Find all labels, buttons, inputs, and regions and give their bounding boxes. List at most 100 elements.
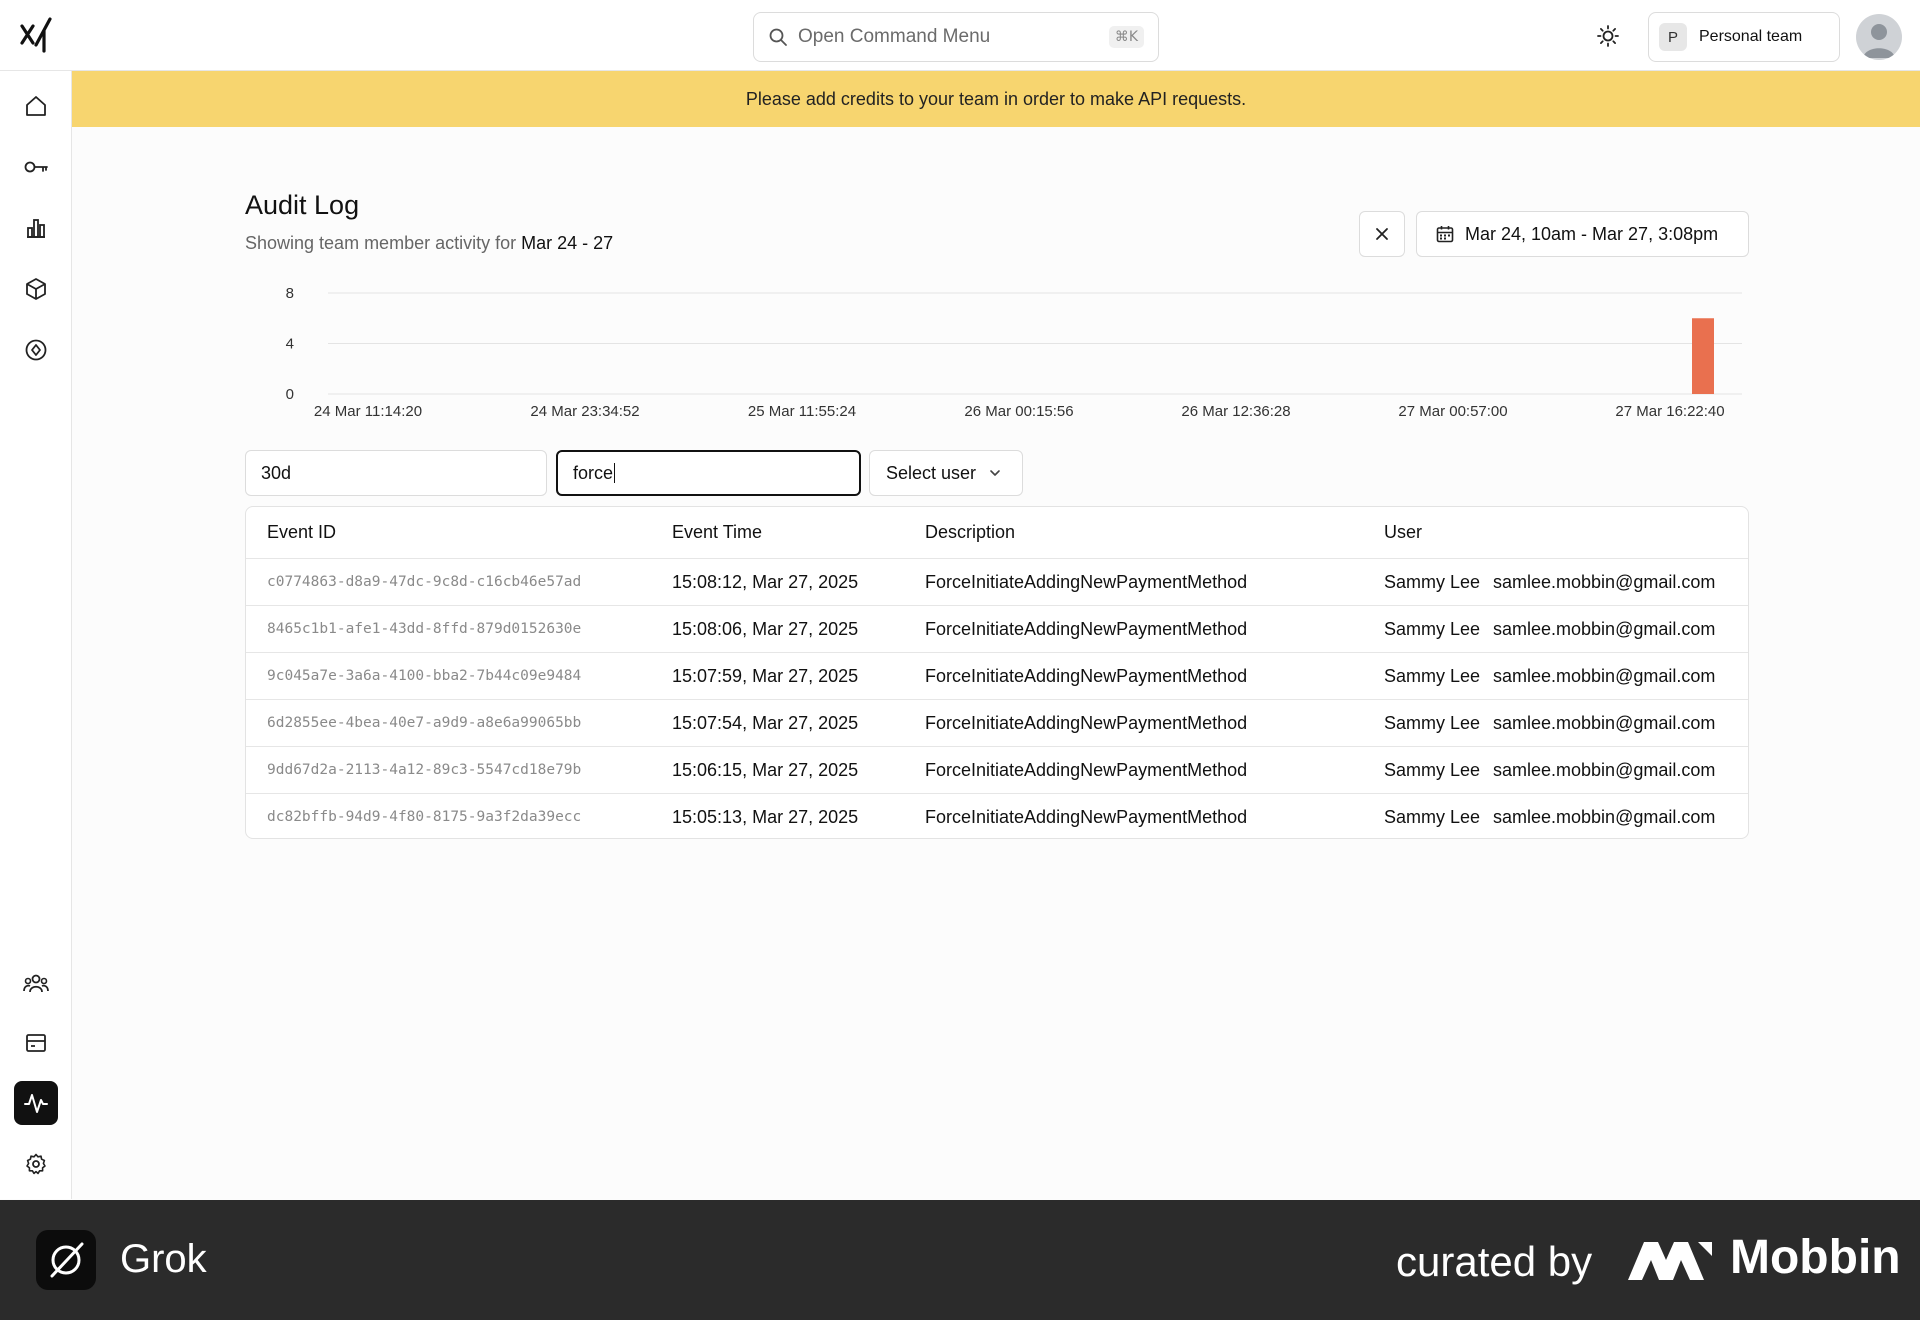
event-time-cell: 15:06:15, Mar 27, 2025	[672, 759, 859, 780]
audit-log-table: Event ID Event Time Description User c07…	[245, 506, 1749, 839]
close-icon	[1376, 228, 1388, 240]
activity-icon	[24, 1094, 48, 1113]
user-name-cell: Sammy Lee	[1384, 571, 1481, 592]
x-tick-label: 26 Mar 00:15:56	[964, 403, 1073, 420]
cube-icon	[26, 278, 46, 300]
subtitle-range: Mar 24 - 27	[521, 233, 614, 253]
description-cell: ForceInitiateAddingNewPaymentMethod	[925, 759, 1248, 780]
search-icon	[769, 28, 787, 46]
event-id-cell: 9dd67d2a-2113-4a12-89c3-5547cd18e79b	[267, 762, 582, 778]
user-email-cell: samlee.mobbin@gmail.com	[1493, 759, 1716, 780]
description-cell: ForceInitiateAddingNewPaymentMethod	[925, 712, 1248, 733]
user-name-cell: Sammy Lee	[1384, 806, 1481, 827]
command-menu-placeholder: Open Command Menu	[798, 26, 991, 47]
y-tick-label: 4	[286, 336, 294, 353]
x-tick-label: 26 Mar 12:36:28	[1181, 403, 1290, 420]
table-row[interactable]: 8465c1b1-afe1-43dd-8ffd-879d0152630e 15:0…	[246, 605, 1748, 652]
footer: Grok curated by Mobbin	[0, 1200, 1920, 1320]
bar-chart-icon	[27, 219, 45, 238]
chevron-down-icon	[990, 470, 1000, 476]
page-title: Audit Log	[245, 190, 360, 220]
calendar-icon	[1436, 226, 1454, 243]
team-switcher[interactable]: P Personal team	[1648, 12, 1840, 62]
x-tick-label: 27 Mar 16:22:40	[1615, 403, 1724, 420]
user-avatar[interactable]	[1856, 14, 1902, 60]
event-id-cell: dc82bffb-94d9-4f80-8175-9a3f2da39ecc	[267, 809, 582, 825]
user-name-cell: Sammy Lee	[1384, 712, 1481, 733]
table-row[interactable]: 9dd67d2a-2113-4a12-89c3-5547cd18e79b 15:0…	[246, 746, 1748, 793]
footer-curated-text: curated by	[1396, 1238, 1593, 1285]
x-tick-label: 24 Mar 11:14:20	[314, 403, 422, 420]
sidebar-item-usage[interactable]	[14, 206, 58, 250]
event-id-cell: c0774863-d8a9-47dc-9c8d-c16cb46e57ad	[267, 574, 582, 590]
column-header-event-id[interactable]: Event ID	[267, 507, 336, 558]
sun-icon[interactable]	[1596, 24, 1620, 48]
search-input-value: force	[573, 462, 614, 483]
user-email-cell: samlee.mobbin@gmail.com	[1493, 806, 1716, 827]
table-row[interactable]: 6d2855ee-4bea-40e7-a9d9-a8e6a99065bb 15:0…	[246, 699, 1748, 746]
y-tick-label: 8	[286, 286, 294, 302]
mobbin-logo-icon	[1628, 1242, 1712, 1280]
clear-date-range-button[interactable]	[1359, 211, 1405, 257]
command-menu-button[interactable]: Open Command Menu ⌘K	[753, 12, 1159, 62]
user-email-cell: samlee.mobbin@gmail.com	[1493, 618, 1716, 639]
description-cell: ForceInitiateAddingNewPaymentMethod	[925, 806, 1248, 827]
sidebar-item-settings[interactable]	[14, 1142, 58, 1186]
settings-icon	[26, 1153, 46, 1175]
table-row[interactable]: c0774863-d8a9-47dc-9c8d-c16cb46e57ad 15:0…	[246, 558, 1748, 605]
period-input[interactable]: 30d	[245, 450, 547, 496]
description-cell: ForceInitiateAddingNewPaymentMethod	[925, 618, 1248, 639]
event-time-cell: 15:07:59, Mar 27, 2025	[672, 665, 859, 686]
user-email-cell: samlee.mobbin@gmail.com	[1493, 571, 1716, 592]
subtitle-prefix: Showing team member activity for	[245, 233, 517, 253]
text-caret	[614, 463, 616, 483]
person-icon	[1863, 24, 1895, 58]
sidebar-item-billing[interactable]	[14, 1021, 58, 1065]
event-id-cell: 8465c1b1-afe1-43dd-8ffd-879d0152630e	[267, 621, 582, 637]
description-cell: ForceInitiateAddingNewPaymentMethod	[925, 665, 1248, 686]
event-time-cell: 15:07:54, Mar 27, 2025	[672, 712, 859, 733]
chart-bar[interactable]	[1692, 318, 1714, 394]
xai-logo[interactable]	[20, 17, 54, 53]
team-icon	[23, 974, 49, 993]
search-input[interactable]: force	[556, 450, 861, 496]
user-name-cell: Sammy Lee	[1384, 618, 1481, 639]
date-range-picker[interactable]: Mar 24, 10am - Mar 27, 3:08pm	[1416, 211, 1749, 257]
description-cell: ForceInitiateAddingNewPaymentMethod	[925, 571, 1248, 592]
column-header-description[interactable]: Description	[925, 507, 1015, 558]
activity-chart: 8 4 0 24 Mar 11:14:20 24 Mar 23:34:52 25 Mar …	[286, 286, 1742, 420]
banner-text: Please add credits to your team in order…	[745, 88, 1247, 109]
sidebar-item-models[interactable]	[14, 267, 58, 311]
team-name: Personal team	[1699, 28, 1803, 45]
user-select[interactable]: Select user	[869, 450, 1023, 496]
event-time-cell: 15:05:13, Mar 27, 2025	[672, 806, 859, 827]
user-select-label: Select user	[886, 462, 977, 483]
sidebar-item-home[interactable]	[14, 84, 58, 128]
sidebar-item-audit-log[interactable]	[14, 1081, 58, 1125]
sidebar-item-api-keys[interactable]	[14, 145, 58, 189]
compass-icon	[25, 339, 47, 361]
table-row[interactable]: 9c045a7e-3a6a-4100-bba2-7b44c09e9484 15:0…	[246, 652, 1748, 699]
user-name-cell: Sammy Lee	[1384, 759, 1481, 780]
column-header-user[interactable]: User	[1384, 507, 1422, 558]
period-input-value: 30d	[261, 462, 292, 483]
user-email-cell: samlee.mobbin@gmail.com	[1493, 665, 1716, 686]
command-shortcut-badge: ⌘K	[1108, 26, 1144, 48]
table-header: Event ID Event Time Description User	[246, 507, 1748, 558]
column-header-event-time[interactable]: Event Time	[672, 507, 762, 558]
user-email-cell: samlee.mobbin@gmail.com	[1493, 712, 1716, 733]
table-row[interactable]: dc82bffb-94d9-4f80-8175-9a3f2da39ecc 15:0…	[246, 793, 1748, 838]
home-icon	[26, 96, 46, 116]
key-icon	[24, 161, 48, 173]
grok-logo-icon	[50, 1242, 84, 1278]
event-id-cell: 9c045a7e-3a6a-4100-bba2-7b44c09e9484	[267, 668, 582, 684]
sidebar-item-team[interactable]	[14, 961, 58, 1005]
sidebar-item-explore[interactable]	[14, 328, 58, 372]
y-tick-label: 0	[286, 386, 294, 403]
event-time-cell: 15:08:12, Mar 27, 2025	[672, 571, 859, 592]
credits-warning-banner: Please add credits to your team in order…	[72, 71, 1920, 127]
event-time-cell: 15:08:06, Mar 27, 2025	[672, 618, 859, 639]
x-tick-label: 27 Mar 00:57:00	[1398, 403, 1507, 420]
team-avatar: P	[1659, 23, 1687, 51]
x-tick-label: 24 Mar 23:34:52	[530, 403, 639, 420]
